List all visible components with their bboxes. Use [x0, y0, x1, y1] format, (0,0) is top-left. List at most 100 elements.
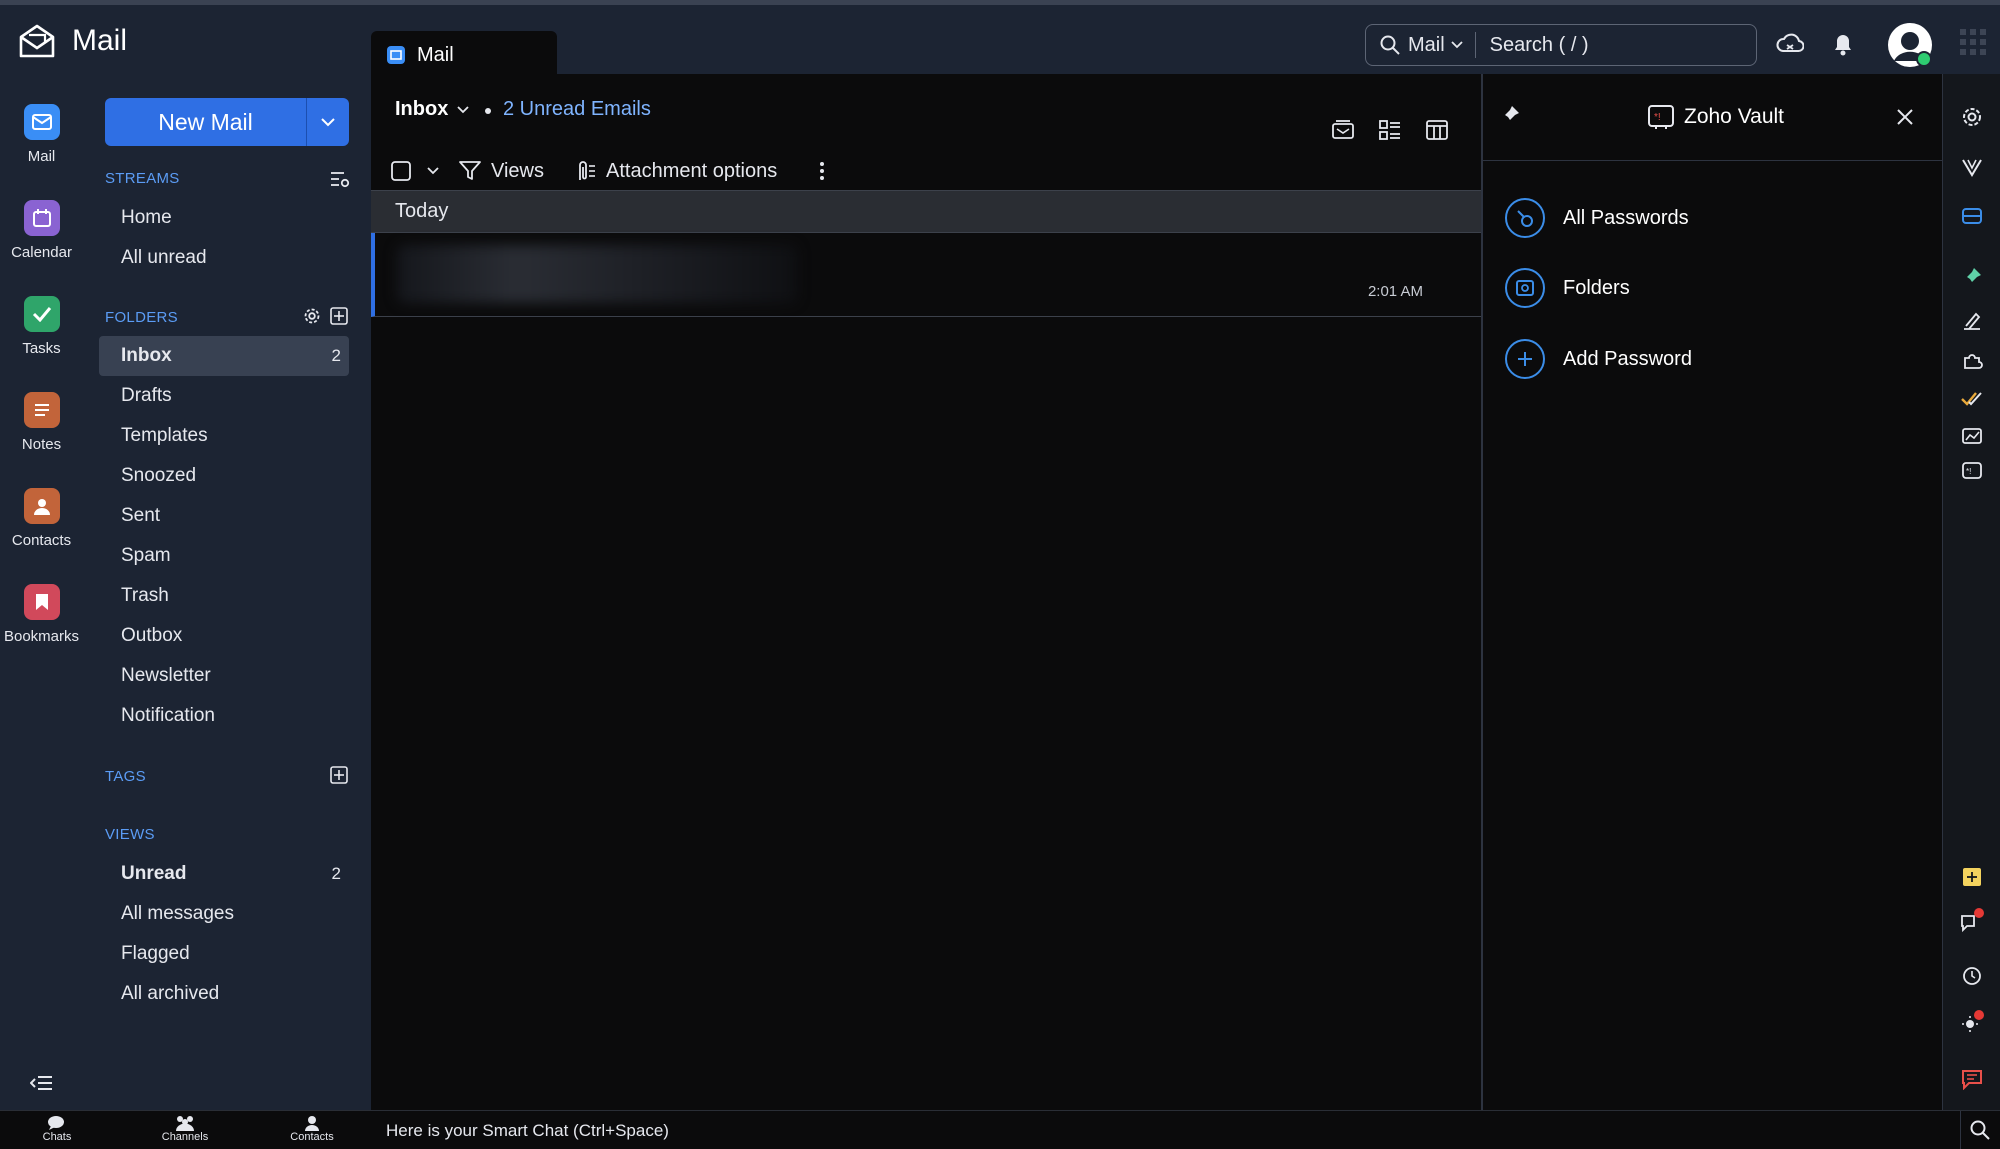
search-divider: [1474, 32, 1476, 58]
nav-label: Home: [121, 207, 172, 228]
unread-count: 2: [331, 864, 341, 883]
checkmark-icon: [23, 296, 60, 332]
folder-spam[interactable]: Spam: [99, 536, 349, 576]
date-group-header: Today: [371, 190, 1481, 233]
column-layout-icon[interactable]: [1426, 120, 1448, 140]
vault-panel: *! Zoho Vault All Passwords Folders Add …: [1483, 74, 1942, 1110]
folder-outbox[interactable]: Outbox: [99, 616, 349, 656]
views-button[interactable]: Views: [491, 160, 544, 183]
view-unread[interactable]: Unread 2: [99, 854, 349, 894]
mail-list-item[interactable]: 2:01 AM: [371, 233, 1481, 317]
folder-snoozed[interactable]: Snoozed: [99, 456, 349, 496]
nav-label: Unread: [121, 863, 187, 884]
smart-chat-input[interactable]: Here is your Smart Chat (Ctrl+Space): [386, 1121, 669, 1141]
folder-templates[interactable]: Templates: [99, 416, 349, 456]
app-grid-icon[interactable]: [1960, 29, 1986, 55]
view-all-messages[interactable]: All messages: [99, 894, 349, 934]
chat-bubble-icon[interactable]: [1957, 906, 1987, 936]
vault-add-password[interactable]: Add Password: [1505, 339, 1692, 379]
sun-icon[interactable]: [1957, 1008, 1987, 1038]
chat-icon: [47, 1115, 67, 1131]
rail-label: Notes: [21, 436, 62, 453]
bottom-contacts[interactable]: Contacts: [270, 1115, 354, 1143]
vault-all-passwords[interactable]: All Passwords: [1505, 198, 1689, 238]
select-all-checkbox[interactable]: [391, 161, 411, 181]
vault-check-icon[interactable]: [1957, 152, 1987, 182]
new-mail-label[interactable]: New Mail: [105, 98, 307, 146]
nav-label: Trash: [121, 585, 169, 606]
nav-label: Sent: [121, 505, 161, 526]
folder-pane: New Mail STREAMS Home All unread FOLDERS…: [83, 74, 371, 1110]
app-logo[interactable]: Mail: [18, 23, 127, 59]
avatar[interactable]: [1886, 21, 1934, 69]
vault-icon[interactable]: *!: [1957, 456, 1987, 486]
pin-icon[interactable]: [1957, 262, 1987, 292]
view-flagged[interactable]: Flagged: [99, 934, 349, 974]
folder-newsletter[interactable]: Newsletter: [99, 656, 349, 696]
nav-label: Drafts: [121, 385, 172, 406]
collapse-sidebar-icon[interactable]: [30, 1074, 52, 1092]
rail-label: Calendar: [11, 244, 72, 261]
rail-item-contacts[interactable]: Contacts: [0, 488, 83, 549]
folder-trash[interactable]: Trash: [99, 576, 349, 616]
close-icon[interactable]: [1896, 108, 1914, 126]
feedback-icon[interactable]: [1957, 1064, 1987, 1094]
bottom-chats[interactable]: Chats: [15, 1115, 99, 1143]
list-view-icon[interactable]: [1379, 120, 1401, 140]
attachment-icon[interactable]: [574, 160, 596, 182]
svg-text:*!: *!: [1654, 112, 1661, 123]
folder-inbox[interactable]: Inbox 2: [99, 336, 349, 376]
tab-mail[interactable]: Mail: [371, 31, 557, 79]
search-input[interactable]: Mail Search ( / ): [1365, 24, 1757, 66]
add-folder-icon[interactable]: [330, 307, 348, 325]
bottom-channels[interactable]: Channels: [143, 1115, 227, 1143]
gear-icon[interactable]: [303, 307, 321, 325]
conversation-view-icon[interactable]: [1332, 120, 1354, 140]
nav-label: Flagged: [121, 943, 190, 964]
folder-title[interactable]: Inbox: [395, 98, 448, 121]
search-icon[interactable]: [1970, 1120, 1990, 1140]
analytics-icon[interactable]: [1957, 420, 1987, 450]
plus-icon: [1505, 339, 1545, 379]
folder-drafts[interactable]: Drafts: [99, 376, 349, 416]
folder-sent[interactable]: Sent: [99, 496, 349, 536]
rail-item-mail[interactable]: Mail: [0, 104, 83, 165]
pin-icon[interactable]: [1499, 104, 1521, 126]
alarm-icon[interactable]: [1957, 960, 1987, 990]
settings-icon[interactable]: [1957, 102, 1987, 132]
vault-folders[interactable]: Folders: [1505, 268, 1630, 308]
views-heading: VIEWS: [105, 826, 155, 843]
search-scope-select[interactable]: Mail: [1408, 34, 1445, 57]
rail-item-calendar[interactable]: Calendar: [0, 200, 83, 261]
folder-icon: [1505, 268, 1545, 308]
bell-icon[interactable]: [1832, 31, 1854, 57]
more-options-icon[interactable]: [819, 161, 825, 181]
vault-item-label: Add Password: [1563, 347, 1692, 370]
notes-icon: [23, 392, 60, 428]
nav-item-home[interactable]: Home: [99, 198, 349, 238]
rail-item-tasks[interactable]: Tasks: [0, 296, 83, 357]
chevron-down-icon[interactable]: [427, 167, 439, 175]
add-tag-icon[interactable]: [330, 766, 348, 784]
filter-icon[interactable]: [459, 161, 481, 181]
streams-settings-icon[interactable]: [330, 170, 350, 188]
chevron-down-icon[interactable]: [307, 98, 349, 146]
cloud-sync-icon[interactable]: [1776, 31, 1804, 57]
rail-item-bookmarks[interactable]: Bookmarks: [0, 584, 83, 645]
signature-icon[interactable]: [1957, 306, 1987, 336]
unread-emails-link[interactable]: 2 Unread Emails: [503, 98, 651, 121]
sticky-note-icon[interactable]: [1957, 862, 1987, 892]
attachment-options-button[interactable]: Attachment options: [606, 160, 777, 183]
nav-item-all-unread[interactable]: All unread: [99, 238, 349, 278]
new-mail-button[interactable]: New Mail: [105, 98, 349, 146]
view-all-archived[interactable]: All archived: [99, 974, 349, 1014]
rail-item-notes[interactable]: Notes: [0, 392, 83, 453]
mail-icon: [23, 104, 60, 140]
double-check-icon[interactable]: [1957, 384, 1987, 414]
blurred-sender-subject: [397, 245, 797, 303]
folder-notification[interactable]: Notification: [99, 696, 349, 736]
drive-icon[interactable]: [1957, 200, 1987, 230]
rail-label: Tasks: [22, 340, 61, 357]
chevron-down-icon[interactable]: [457, 106, 469, 114]
puzzle-icon[interactable]: [1957, 346, 1987, 376]
